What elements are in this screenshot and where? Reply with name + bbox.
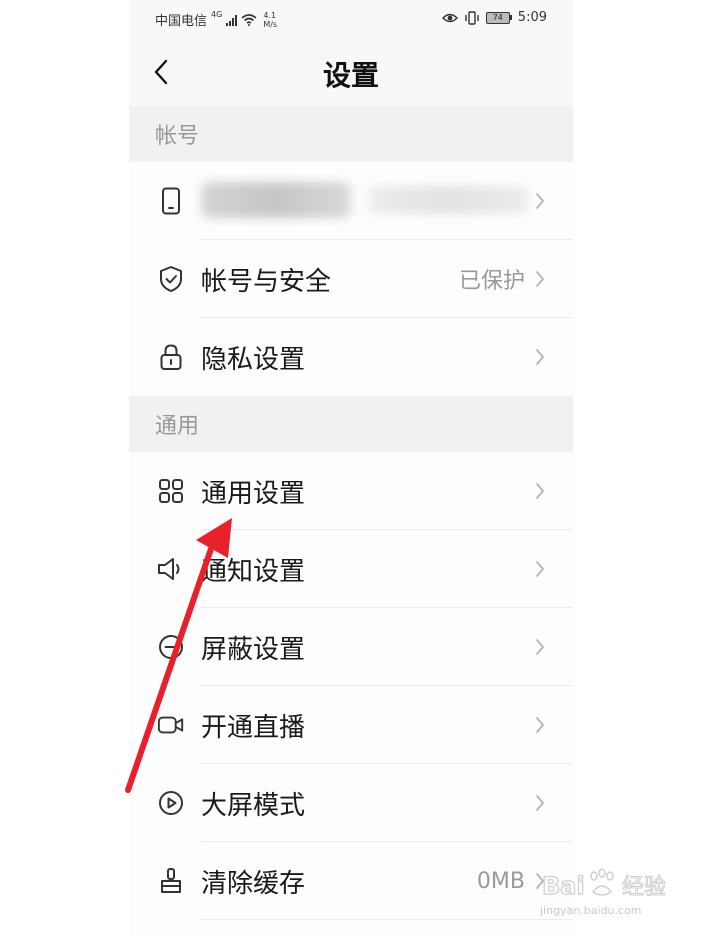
chevron-right-icon (533, 191, 547, 211)
phone-icon (157, 187, 185, 215)
block-settings-row[interactable]: 屏蔽设置 (129, 608, 573, 686)
row-label: 帐号与安全 (201, 266, 332, 297)
chevron-right-icon (533, 637, 547, 657)
row-label: 隐私设置 (201, 344, 306, 375)
row-label: 大屏模式 (201, 790, 306, 821)
play-icon (157, 789, 185, 817)
section-header-account: 帐号 (129, 106, 573, 162)
nav-header: 设置 (129, 38, 573, 106)
speaker-icon (157, 555, 185, 583)
network-speed: 4.1 M/s (263, 11, 277, 29)
redacted-account-info (369, 186, 529, 214)
settings-screen: 中国电信 4G 4.1 M/s 74 5:09 设置 帐号 帐号与安全 已保护 … (129, 0, 573, 938)
redacted-phone-number (201, 182, 351, 218)
next-row-partial[interactable] (129, 920, 573, 938)
chevron-right-icon (533, 481, 547, 501)
row-label: 通知设置 (201, 556, 306, 587)
battery-icon: 74 (485, 11, 512, 24)
status-bar-right: 74 5:09 (441, 10, 547, 25)
battery-level: 74 (485, 11, 510, 24)
vibrate-icon (465, 10, 479, 25)
chevron-right-icon (533, 715, 547, 735)
row-label: 通用设置 (201, 478, 306, 509)
block-icon (157, 633, 185, 661)
page-title: 设置 (322, 59, 379, 92)
notification-settings-row[interactable]: 通知设置 (129, 530, 573, 608)
grid-icon (157, 477, 185, 505)
chevron-right-icon (533, 793, 547, 813)
baidu-jingyan-watermark: Bai 经验 jingyan.baidu.com (538, 860, 688, 920)
chevron-right-icon (533, 269, 547, 289)
row-label: 屏蔽设置 (201, 634, 306, 665)
network-speed-unit: M/s (263, 19, 278, 29)
cache-size: 0MB (476, 868, 525, 894)
status-bar: 中国电信 4G 4.1 M/s 74 5:09 (129, 0, 573, 38)
wifi-icon (241, 13, 257, 26)
account-security-row[interactable]: 帐号与安全 已保护 (129, 240, 573, 318)
clock: 5:09 (517, 10, 547, 25)
account-phone-row[interactable] (129, 162, 573, 240)
section-header-general: 通用 (129, 396, 573, 452)
row-label: 开通直播 (201, 712, 306, 743)
shield-icon (157, 265, 185, 293)
signal-icon (226, 14, 238, 26)
clear-cache-row[interactable]: 清除缓存 0MB (129, 842, 573, 920)
privacy-settings-row[interactable]: 隐私设置 (129, 318, 573, 396)
status-bar-left: 中国电信 4G 4.1 M/s (155, 10, 277, 29)
chevron-right-icon (533, 347, 547, 367)
general-settings-row[interactable]: 通用设置 (129, 452, 573, 530)
watermark-site: jingyan.baidu.com (540, 904, 642, 917)
svg-text:Bai: Bai (542, 872, 585, 900)
eye-icon (441, 13, 458, 22)
security-status: 已保护 (458, 269, 525, 294)
network-type: 4G (211, 10, 223, 19)
network-speed-value: 4.1 (263, 10, 277, 20)
big-screen-mode-row[interactable]: 大屏模式 (129, 764, 573, 842)
lock-icon (157, 343, 185, 371)
broom-icon (157, 867, 185, 895)
video-camera-icon (157, 711, 185, 739)
row-label: 清除缓存 (201, 868, 306, 899)
svg-text:经验: 经验 (622, 875, 666, 900)
start-live-row[interactable]: 开通直播 (129, 686, 573, 764)
chevron-right-icon (533, 559, 547, 579)
carrier-name: 中国电信 (155, 14, 208, 29)
